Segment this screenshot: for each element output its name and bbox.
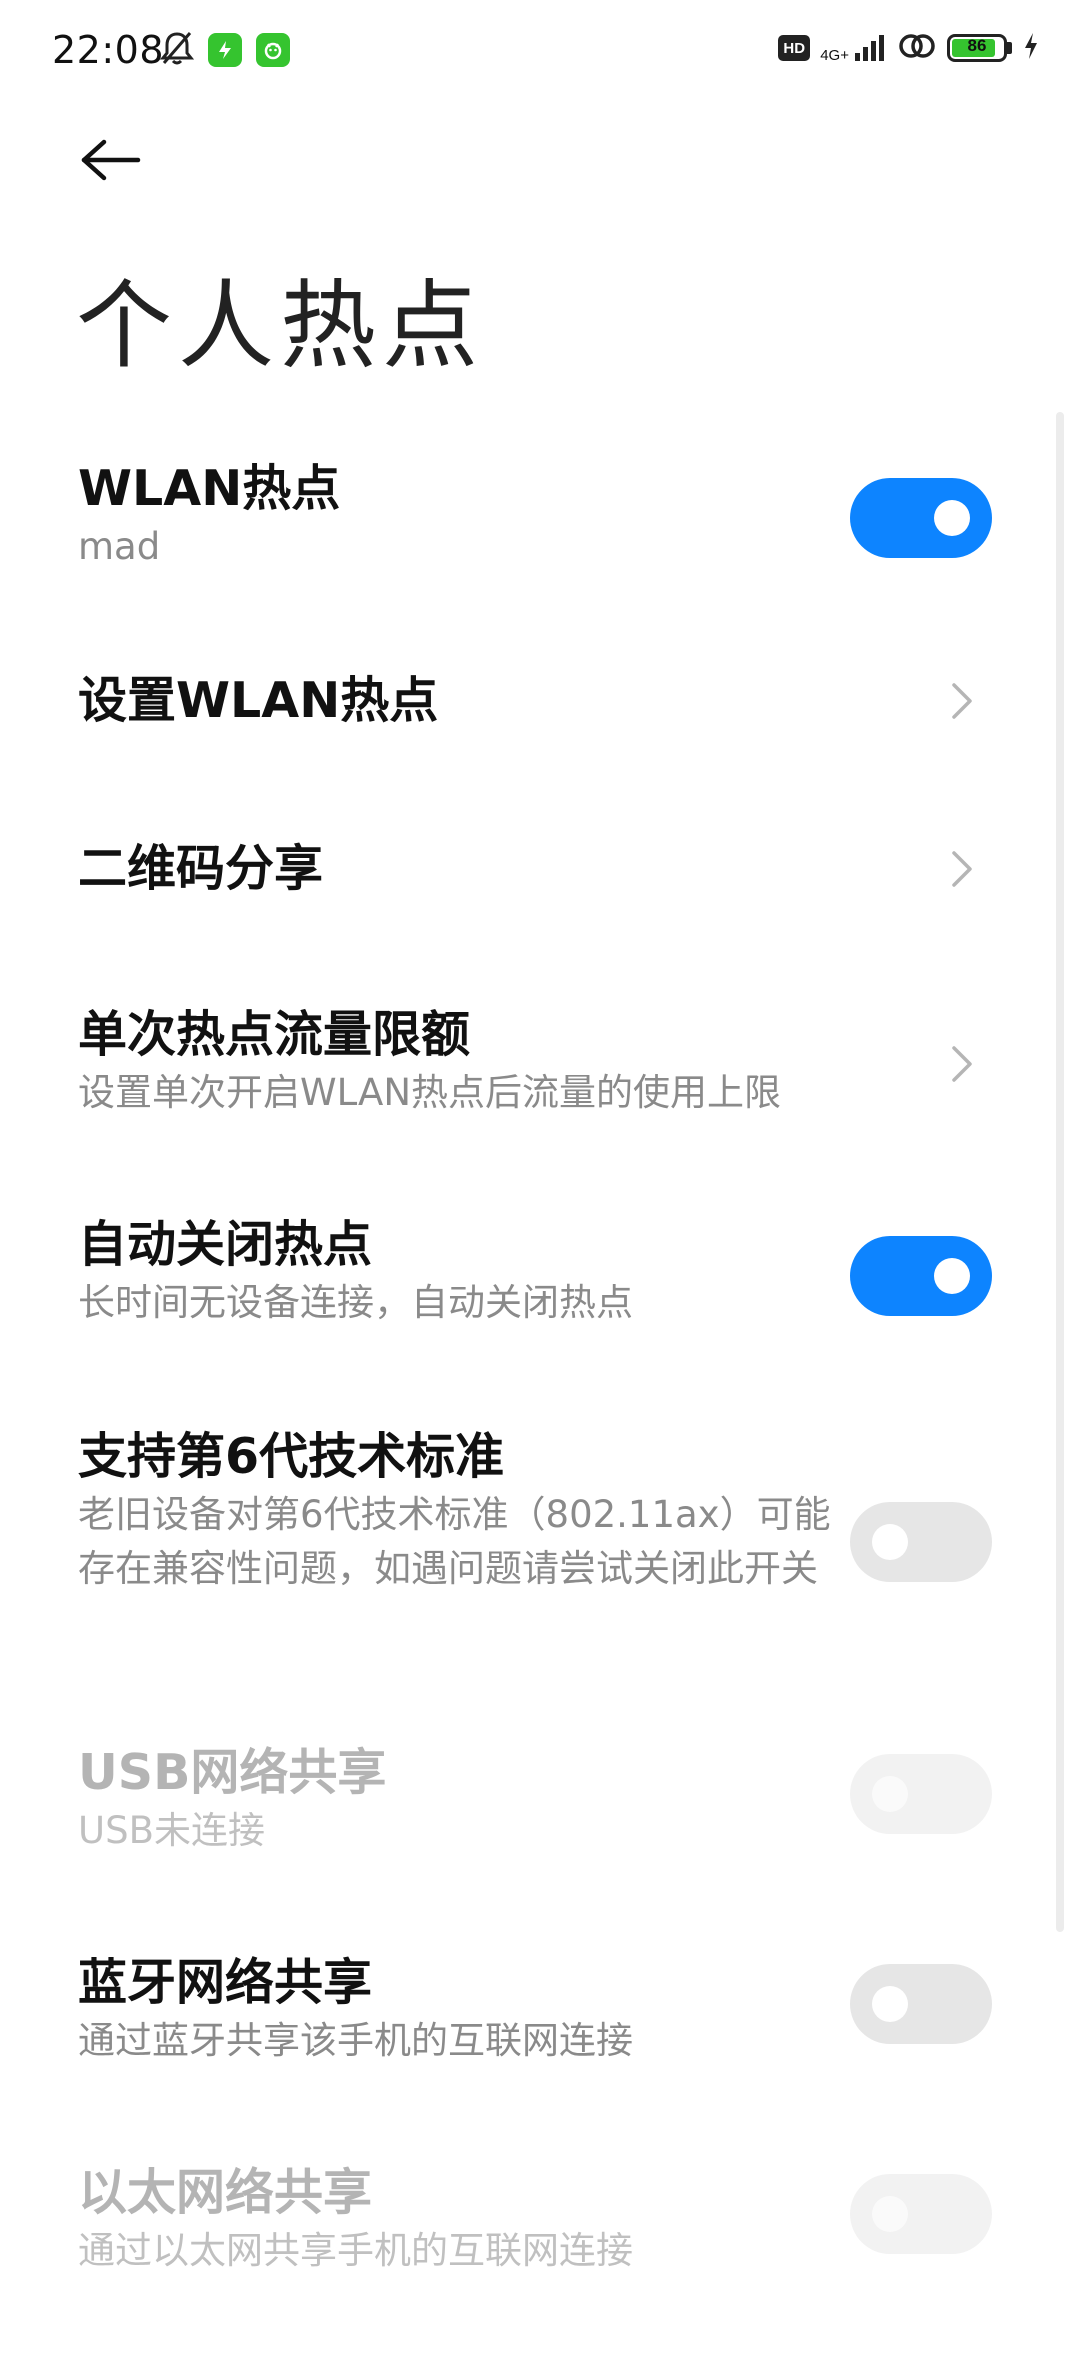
bt-share-subtitle: 通过蓝牙共享该手机的互联网连接 — [78, 2019, 633, 2062]
toggle-knob — [934, 500, 970, 536]
scrollbar[interactable] — [1056, 412, 1064, 1932]
chevron-right-icon — [952, 683, 972, 719]
usb-share-toggle — [850, 1754, 992, 1834]
app-notification-icon — [208, 33, 242, 67]
ethernet-share-row: 以太网络共享 通过以太网共享手机的互联网连接 — [78, 2162, 992, 2282]
auto-off-toggle[interactable] — [850, 1236, 992, 1316]
toggle-knob — [934, 1258, 970, 1294]
toggle-knob — [872, 1986, 908, 2022]
mute-bell-icon — [159, 30, 195, 70]
setup-wlan-hotspot-title: 设置WLAN热点 — [78, 672, 439, 729]
wlan-hotspot-ssid: mad — [78, 525, 161, 568]
auto-off-row[interactable]: 自动关闭热点 长时间无设备连接，自动关闭热点 — [78, 1214, 992, 1334]
page-title: 个人热点 — [76, 270, 484, 382]
data-limit-row[interactable]: 单次热点流量限额 设置单次开启WLAN热点后流量的使用上限 — [78, 1004, 992, 1124]
wifi6-toggle[interactable] — [850, 1502, 992, 1582]
chevron-right-icon — [952, 851, 972, 887]
battery-level: 86 — [967, 36, 987, 55]
battery-icon: 86 — [947, 34, 1012, 62]
chevron-right-icon — [952, 1046, 972, 1082]
data-limit-title: 单次热点流量限额 — [78, 1006, 471, 1063]
setup-wlan-hotspot-row[interactable]: 设置WLAN热点 — [78, 670, 992, 732]
battery-tip — [1007, 42, 1012, 54]
wlan-hotspot-row[interactable]: WLAN热点 mad — [78, 458, 992, 588]
status-bar: 22:08 HD 4G+ 86 — [0, 0, 1080, 100]
signal-icon: 4G+ — [820, 33, 887, 63]
qr-share-row[interactable]: 二维码分享 — [78, 838, 992, 900]
charging-icon — [1022, 31, 1040, 65]
battery-body: 86 — [947, 34, 1007, 62]
qr-share-title: 二维码分享 — [78, 840, 324, 897]
hotspot-link-icon — [897, 30, 937, 66]
back-button[interactable] — [70, 120, 150, 200]
usb-share-row: USB网络共享 USB未连接 — [78, 1742, 992, 1862]
wifi6-row[interactable]: 支持第6代技术标准 老旧设备对第6代技术标准（802.11ax）可能存在兼容性问… — [78, 1426, 992, 1656]
hd-icon: HD — [778, 35, 811, 61]
app-notification-icon — [256, 33, 290, 67]
auto-off-subtitle: 长时间无设备连接，自动关闭热点 — [78, 1281, 633, 1324]
usb-share-subtitle: USB未连接 — [78, 1809, 265, 1852]
status-left-icons — [159, 30, 290, 70]
ethernet-share-toggle — [850, 2174, 992, 2254]
toggle-knob — [872, 2196, 908, 2232]
toggle-knob — [872, 1776, 908, 1812]
wifi6-subtitle: 老旧设备对第6代技术标准（802.11ax）可能存在兼容性问题，如遇问题请尝试关… — [78, 1493, 831, 1590]
network-type-label: 4G+ — [820, 47, 849, 64]
wlan-hotspot-toggle[interactable] — [850, 478, 992, 558]
wifi6-title: 支持第6代技术标准 — [78, 1428, 505, 1485]
toggle-knob — [872, 1524, 908, 1560]
status-time: 22:08 — [52, 28, 165, 72]
ethernet-share-subtitle: 通过以太网共享手机的互联网连接 — [78, 2229, 633, 2272]
status-right-icons: HD 4G+ 86 — [778, 30, 1040, 66]
bt-share-row[interactable]: 蓝牙网络共享 通过蓝牙共享该手机的互联网连接 — [78, 1952, 992, 2072]
data-limit-subtitle: 设置单次开启WLAN热点后流量的使用上限 — [78, 1071, 782, 1114]
bt-share-toggle[interactable] — [850, 1964, 992, 2044]
back-arrow-icon — [81, 139, 141, 181]
